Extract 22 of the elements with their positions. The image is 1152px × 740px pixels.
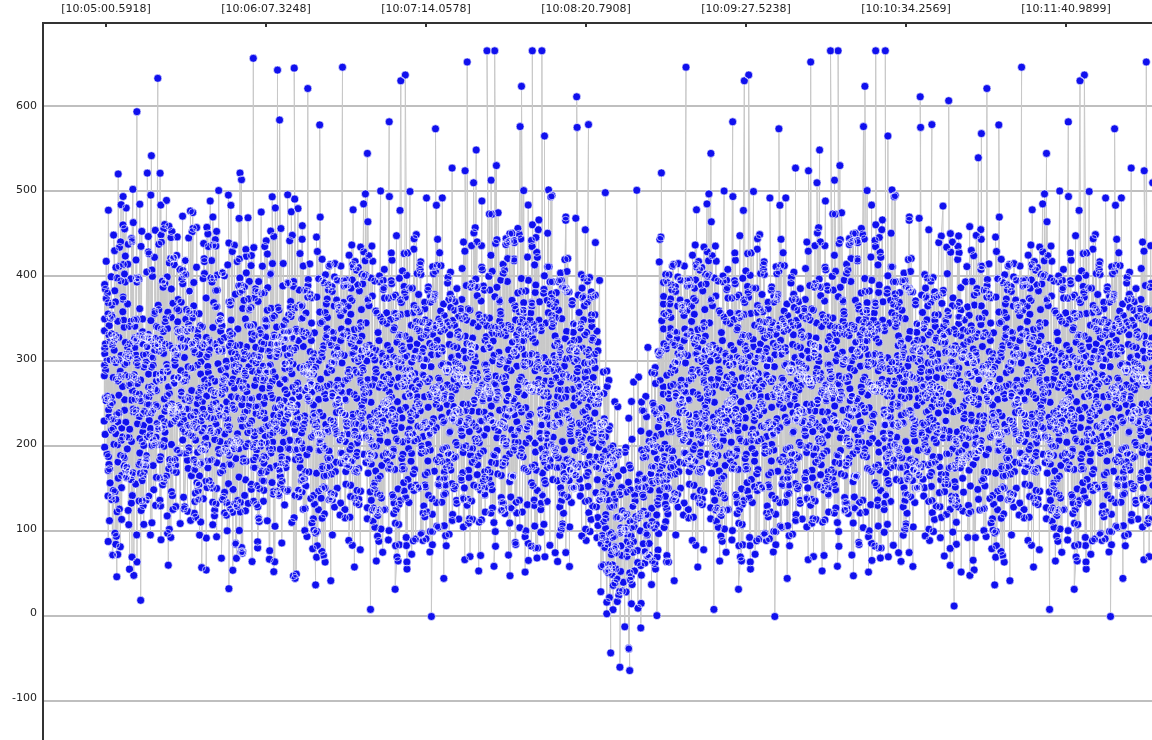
x-axis-label: [10:06:07.3248] <box>220 1 312 17</box>
y-axis-label: 300 <box>16 352 37 367</box>
tick-mark <box>905 22 907 28</box>
x-axis-label: [10:10:34.2569] <box>860 1 952 17</box>
tick-mark <box>265 22 267 28</box>
tick-mark <box>105 22 107 28</box>
tick-mark <box>745 22 747 28</box>
y-axis-label: 200 <box>16 437 37 452</box>
x-axis-label: [10:09:27.5238] <box>700 1 792 17</box>
y-axis-label: 600 <box>16 98 37 113</box>
x-axis-label: [10:05:00.5918] <box>60 1 152 17</box>
tick-mark <box>1065 22 1067 28</box>
x-axis-label: [10:07:14.0578] <box>380 1 472 17</box>
y-axis-label: 500 <box>16 183 37 198</box>
tick-mark <box>425 22 427 28</box>
y-axis-label: 400 <box>16 267 37 282</box>
x-axis-label: [10:11:40.9899] <box>1020 1 1112 17</box>
x-axis-label: [10:08:20.7908] <box>540 1 632 17</box>
y-axis-label: 100 <box>16 521 37 536</box>
tick-mark <box>585 22 587 28</box>
y-axis-label: 0 <box>30 606 37 621</box>
y-axis-label: -100 <box>12 690 37 705</box>
